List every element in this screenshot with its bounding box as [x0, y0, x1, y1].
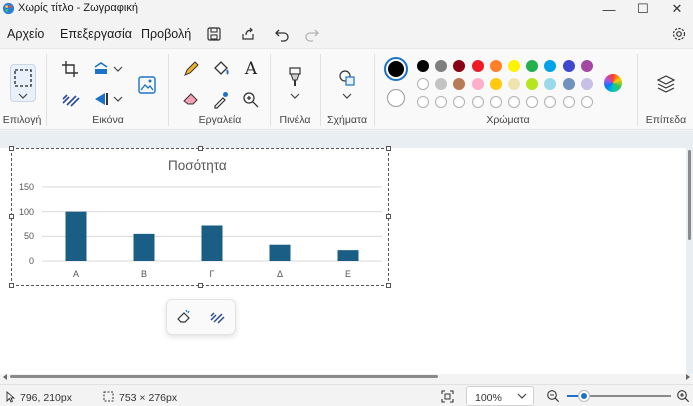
ribbon-divider — [374, 54, 375, 126]
rectangle-select-icon — [14, 69, 32, 87]
cursor-position: 796, 210px — [20, 392, 72, 404]
palette-color-swatch[interactable] — [580, 78, 593, 90]
resize-handle[interactable] — [386, 214, 391, 219]
primary-color-swatch — [388, 61, 404, 77]
custom-color-slot[interactable] — [508, 96, 520, 108]
ribbon-divider — [637, 54, 638, 126]
cursor-icon — [6, 391, 16, 403]
chevron-down-icon[interactable] — [290, 92, 300, 100]
scroll-left-arrow-icon[interactable] — [1, 373, 9, 381]
fit-to-window-icon[interactable] — [441, 390, 454, 403]
scroll-right-arrow-icon[interactable] — [684, 373, 692, 381]
resize-handle[interactable] — [9, 146, 14, 151]
remove-background-icon[interactable] — [208, 308, 226, 326]
palette-color-swatch[interactable] — [508, 60, 520, 72]
redo-icon[interactable] — [303, 26, 321, 42]
palette-color-swatch[interactable] — [417, 60, 429, 72]
layers-icon[interactable] — [655, 73, 677, 95]
group-label-layers: Επίπεδα — [645, 114, 687, 126]
image-generator-icon[interactable] — [136, 74, 158, 96]
palette-color-swatch[interactable] — [508, 78, 520, 90]
resize-handle[interactable] — [9, 283, 14, 288]
custom-color-slot[interactable] — [471, 96, 484, 108]
menu-file[interactable]: Αρχείο — [7, 27, 44, 41]
eraser-icon[interactable] — [180, 89, 202, 109]
palette-color-swatch[interactable] — [417, 78, 429, 90]
custom-color-slot[interactable] — [562, 96, 575, 108]
selection-size-icon — [103, 391, 114, 402]
secondary-color-button[interactable] — [387, 89, 405, 107]
zoom-in-icon[interactable] — [676, 389, 690, 403]
shapes-icon[interactable] — [337, 68, 357, 88]
ribbon-divider — [270, 54, 271, 126]
custom-color-slot[interactable] — [489, 96, 502, 108]
chevron-down-icon[interactable] — [113, 95, 123, 103]
window-title: Χωρίς τίτλο - Ζωγραφική — [18, 2, 138, 14]
resize-icon[interactable] — [91, 59, 113, 79]
resize-handle[interactable] — [386, 146, 391, 151]
horizontal-scrollbar-thumb[interactable] — [10, 375, 438, 378]
palette-color-swatch[interactable] — [489, 60, 502, 72]
group-label-shapes: Σχήματα — [326, 114, 368, 126]
undo-icon[interactable] — [273, 26, 291, 42]
resize-handle[interactable] — [386, 283, 391, 288]
minimize-button[interactable]: — — [593, 0, 625, 18]
custom-color-slot[interactable] — [580, 96, 593, 108]
share-icon[interactable] — [239, 26, 257, 42]
menu-view[interactable]: Προβολή — [141, 27, 191, 41]
edit-colors-wheel-icon[interactable] — [604, 74, 622, 92]
rotate-icon[interactable] — [91, 89, 113, 109]
close-button[interactable]: ✕ — [661, 0, 693, 18]
paint-app-icon — [2, 2, 15, 15]
chevron-down-icon[interactable] — [113, 65, 123, 73]
chevron-down-icon[interactable] — [342, 92, 352, 100]
chevron-down-icon — [18, 93, 28, 99]
vertical-scrollbar-thumb[interactable] — [688, 150, 691, 240]
palette-color-swatch[interactable] — [471, 78, 484, 90]
palette-color-swatch[interactable] — [562, 78, 575, 90]
maximize-button[interactable]: ☐ — [627, 0, 659, 18]
zoom-slider-thumb[interactable] — [579, 391, 589, 401]
palette-color-swatch[interactable] — [489, 78, 502, 90]
text-tool-icon[interactable]: A — [240, 59, 262, 79]
resize-handle[interactable] — [198, 283, 203, 288]
ribbon-divider — [46, 54, 47, 126]
zoom-out-icon[interactable] — [546, 389, 560, 403]
zoom-level-value: 100% — [475, 392, 502, 404]
resize-handle[interactable] — [9, 214, 14, 219]
palette-color-swatch[interactable] — [580, 60, 593, 72]
group-label-selection: Επιλογή — [2, 114, 42, 126]
custom-color-slot[interactable] — [417, 96, 429, 108]
pencil-icon[interactable] — [180, 59, 202, 79]
group-label-brushes: Πινέλα — [279, 114, 311, 126]
resize-handle[interactable] — [198, 146, 203, 151]
palette-color-swatch[interactable] — [562, 60, 575, 72]
menu-edit[interactable]: Επεξεργασία — [60, 27, 132, 41]
group-label-tools: Εργαλεία — [198, 114, 242, 126]
palette-color-swatch[interactable] — [471, 60, 484, 72]
settings-gear-icon[interactable] — [670, 26, 688, 42]
ribbon-divider — [168, 54, 169, 126]
brush-icon[interactable] — [285, 66, 305, 88]
save-icon[interactable] — [205, 26, 223, 42]
ribbon-divider — [320, 54, 321, 126]
selection-size: 753 × 276px — [119, 392, 178, 404]
color-picker-icon[interactable] — [210, 89, 232, 109]
selection-rectangle[interactable] — [11, 148, 389, 286]
select-all-icon[interactable] — [60, 89, 82, 109]
crop-icon[interactable] — [60, 59, 82, 79]
primary-color-button[interactable] — [384, 57, 408, 81]
group-label-colors: Χρώματα — [486, 114, 530, 126]
erase-selection-icon[interactable] — [175, 308, 193, 326]
group-label-image: Εικόνα — [92, 114, 124, 126]
chevron-down-icon — [517, 393, 527, 399]
magnifier-icon[interactable] — [240, 89, 262, 109]
fill-bucket-icon[interactable] — [210, 59, 232, 79]
